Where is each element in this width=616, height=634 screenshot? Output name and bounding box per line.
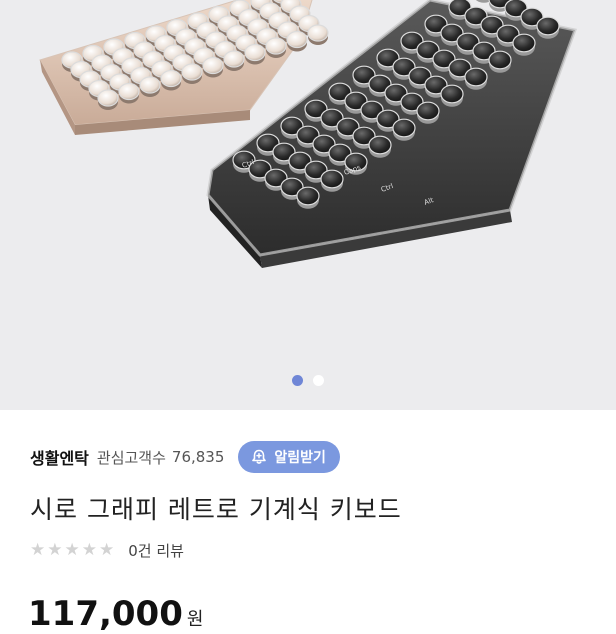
- keyboard-product-image: Alt Caps Ctrl Ctrl: [39, 0, 577, 268]
- follower-count: 76,835: [171, 448, 225, 466]
- star-icon: ★: [47, 539, 63, 560]
- product-title: 시로 그래피 레트로 기계식 키보드: [30, 495, 402, 524]
- notify-label: 알림받기: [274, 450, 326, 466]
- seller-row: 생활엔탁 관심고객수 76,835 알림받기: [30, 440, 340, 474]
- star-icon: ★: [99, 539, 115, 560]
- carousel-dot[interactable]: [313, 374, 324, 386]
- bell-plus-icon: [250, 448, 268, 466]
- follower-label: 관심고객수: [96, 448, 166, 467]
- product-info-panel: 생활엔탁 관심고객수 76,835 알림받기 시로 그래피 레트로 기계식 키보…: [0, 410, 616, 634]
- star-icon: ★: [81, 539, 97, 560]
- carousel-indicator: [0, 372, 616, 388]
- seller-name[interactable]: 생활엔탁: [30, 445, 89, 469]
- notify-button[interactable]: 알림받기: [238, 441, 340, 473]
- rating-row[interactable]: ★ ★ ★ ★ ★ 0건 리뷰: [30, 540, 184, 560]
- price-unit: 원: [186, 609, 204, 630]
- carousel-dot-active[interactable]: [292, 374, 303, 386]
- price-amount: 117,000: [28, 594, 183, 634]
- price-row: 117,000 원: [28, 594, 203, 634]
- product-image-gallery[interactable]: Alt Caps Ctrl Ctrl: [0, 0, 616, 410]
- star-icon: ★: [64, 539, 80, 560]
- star-icon: ★: [30, 539, 46, 560]
- review-count[interactable]: 0건 리뷰: [128, 540, 184, 561]
